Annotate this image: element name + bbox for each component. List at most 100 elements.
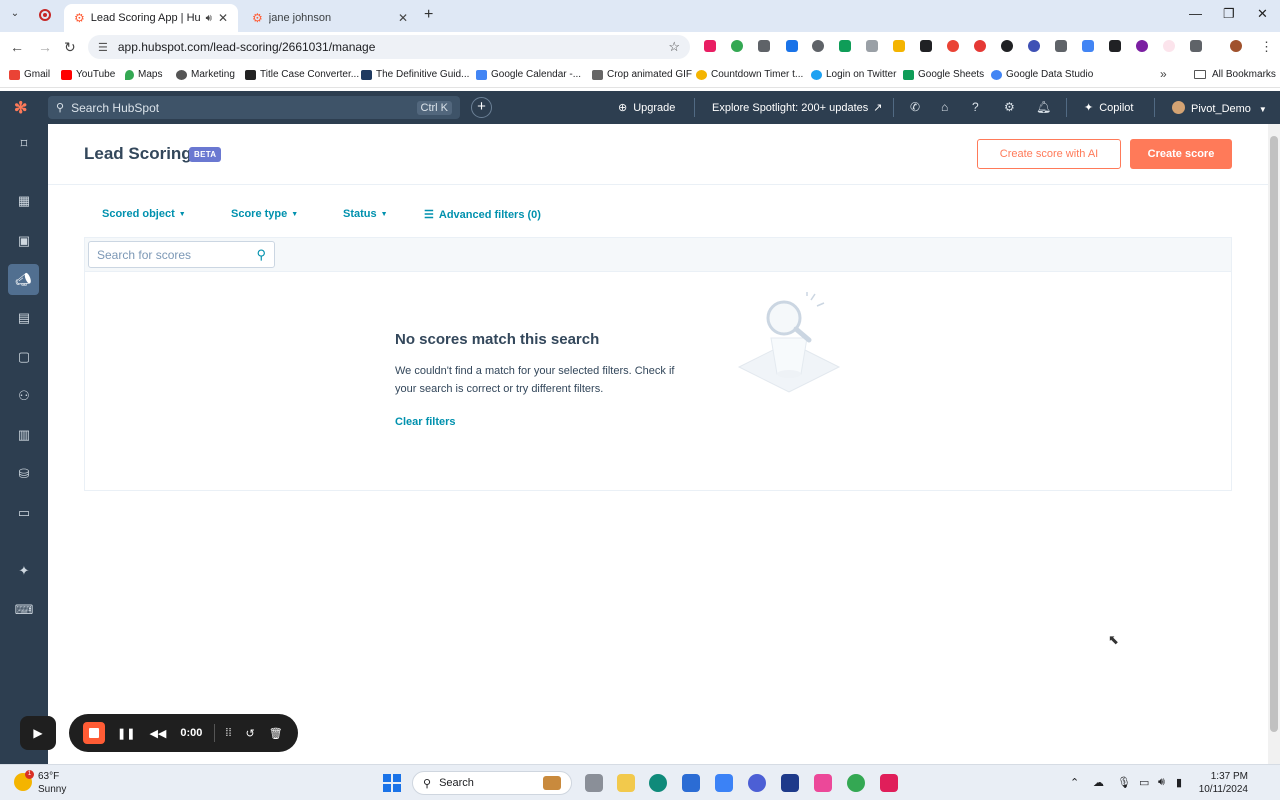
scored-object-filter[interactable]: Scored object ▼ xyxy=(102,208,186,220)
slack-icon[interactable] xyxy=(880,774,898,792)
extension-icon[interactable] xyxy=(974,40,986,52)
settings-gear-icon[interactable]: ⚙ xyxy=(1004,100,1015,114)
bookmark-google-data-studio[interactable]: Google Data Studio xyxy=(991,69,1093,80)
extension-icon[interactable] xyxy=(731,40,743,52)
back-arrow-icon[interactable]: ← xyxy=(10,39,24,55)
clear-filters-link[interactable]: Clear filters xyxy=(395,416,456,428)
advanced-filters-button[interactable]: ☰ Advanced filters (0) xyxy=(424,208,541,221)
tab-audio-icon[interactable]: 🔊︎ xyxy=(206,13,212,24)
extension-icon[interactable] xyxy=(1055,40,1067,52)
forward-arrow-icon[interactable]: → xyxy=(38,39,52,55)
content-icon[interactable]: ▤ xyxy=(12,308,36,328)
score-type-filter[interactable]: Score type ▼ xyxy=(231,208,298,220)
window-minimize-icon[interactable]: — xyxy=(1189,6,1202,21)
restart-icon[interactable]: ↺ xyxy=(246,727,255,740)
extension-icon[interactable] xyxy=(1163,40,1175,52)
contacts-icon[interactable]: ▣ xyxy=(12,231,36,251)
stop-recording-button[interactable] xyxy=(83,722,105,744)
automation-icon[interactable]: ⚇ xyxy=(12,386,36,406)
extension-icon[interactable] xyxy=(920,40,932,52)
scrollbar-thumb[interactable] xyxy=(1270,136,1278,732)
extension-icon[interactable] xyxy=(1082,40,1094,52)
site-info-icon[interactable]: ☰ xyxy=(98,41,108,54)
bookmark-marketing[interactable]: Marketing xyxy=(176,69,235,80)
bookmark-gmail[interactable]: Gmail xyxy=(9,69,50,80)
bookmark-twitter[interactable]: Login on Twitter xyxy=(811,69,896,80)
hubspot-logo-icon[interactable]: ✻ xyxy=(14,98,32,117)
app-icon[interactable] xyxy=(781,774,799,792)
notifications-bell-icon[interactable]: 🔔︎ xyxy=(1036,100,1051,114)
extension-icon[interactable] xyxy=(1001,40,1013,52)
more-bookmarks-chevron-icon[interactable]: » xyxy=(1160,67,1167,81)
weather-temperature[interactable]: 63°F xyxy=(38,771,59,782)
spotlight-link[interactable]: Explore Spotlight: 200+ updates ↗ xyxy=(712,101,882,114)
bookmark-crop-gif[interactable]: Crop animated GIF xyxy=(592,69,692,80)
file-explorer-icon[interactable] xyxy=(617,774,635,792)
bookmark-icon[interactable]: ⌑ xyxy=(12,134,36,154)
help-icon[interactable]: ? xyxy=(972,100,979,114)
new-tab-plus-icon[interactable]: + xyxy=(424,6,433,24)
quick-create-plus-icon[interactable]: + xyxy=(471,97,492,118)
onedrive-cloud-icon[interactable]: ☁ xyxy=(1093,776,1104,789)
upgrade-link[interactable]: ⊕ Upgrade xyxy=(618,101,675,114)
status-filter[interactable]: Status ▼ xyxy=(343,208,388,220)
create-score-button[interactable]: Create score xyxy=(1130,139,1232,169)
window-close-icon[interactable]: ✕ xyxy=(1257,6,1268,22)
calling-phone-icon[interactable]: ✆ xyxy=(910,100,920,114)
library-folder-icon[interactable]: ▭ xyxy=(12,503,36,523)
marketplace-icon[interactable]: ⌂ xyxy=(941,100,948,114)
bookmark-google-sheets[interactable]: Google Sheets xyxy=(903,69,984,80)
extensions-puzzle-icon[interactable] xyxy=(1190,40,1202,52)
windows-start-icon[interactable] xyxy=(383,774,401,792)
bookmark-google-calendar[interactable]: Google Calendar -... xyxy=(476,69,581,80)
extension-icon[interactable] xyxy=(839,40,851,52)
window-restore-icon[interactable]: ❐ xyxy=(1223,6,1235,22)
browser-menu-icon[interactable]: ⋮ xyxy=(1260,39,1273,55)
chrome-browser-icon[interactable] xyxy=(847,774,865,792)
bookmark-title-case[interactable]: Title Case Converter... xyxy=(245,69,359,80)
bookmark-countdown-timer[interactable]: Countdown Timer t... xyxy=(696,69,803,80)
address-bar[interactable]: ☰ app.hubspot.com/lead-scoring/2661031/m… xyxy=(88,35,690,59)
weather-condition[interactable]: Sunny xyxy=(38,784,66,795)
marketing-megaphone-icon[interactable]: 📣︎ xyxy=(8,264,39,295)
app-icon[interactable] xyxy=(748,774,766,792)
edge-browser-icon[interactable] xyxy=(649,774,667,792)
extension-icon[interactable] xyxy=(812,40,824,52)
hubspot-search-input[interactable]: ⚲ Search HubSpot Ctrl K xyxy=(48,96,460,119)
copilot-app-icon[interactable] xyxy=(814,774,832,792)
system-clock[interactable]: 1:37 PM 10/11/2024 xyxy=(1198,770,1248,796)
pause-icon[interactable]: ❚❚ xyxy=(117,727,135,740)
microsoft-store-icon[interactable] xyxy=(682,774,700,792)
tab-close-icon[interactable]: ✕ xyxy=(218,11,228,25)
extension-icon[interactable] xyxy=(947,40,959,52)
workspaces-grid-icon[interactable]: ▦ xyxy=(12,191,36,211)
extension-icon[interactable] xyxy=(758,40,770,52)
tray-chevron-up-icon[interactable]: ⌃ xyxy=(1070,776,1079,789)
tab-search-chevron-icon[interactable]: ⌄ xyxy=(6,8,24,24)
extension-icon[interactable] xyxy=(1028,40,1040,52)
extension-icon[interactable] xyxy=(786,40,798,52)
bookmark-maps[interactable]: Maps xyxy=(125,69,162,80)
extension-icon[interactable] xyxy=(704,40,716,52)
extension-icon[interactable] xyxy=(1136,40,1148,52)
drawing-grid-icon[interactable]: ⁞⁞ xyxy=(225,727,231,739)
score-search-input[interactable]: Search for scores ⚲ xyxy=(88,241,275,268)
network-icon[interactable]: ▭ xyxy=(1139,776,1149,789)
delete-trash-icon[interactable]: 🗑︎ xyxy=(269,727,283,740)
bookmark-youtube[interactable]: YouTube xyxy=(61,69,115,80)
microphone-icon[interactable]: 🎙︎ xyxy=(1117,776,1131,789)
commerce-icon[interactable]: ▢ xyxy=(12,347,36,367)
breeze-sparkle-icon[interactable]: ✦ xyxy=(12,561,36,581)
browser-tab-jane-johnson[interactable]: ⚙ jane johnson ✕ xyxy=(242,4,418,32)
reload-icon[interactable]: ↻ xyxy=(64,39,76,56)
development-code-icon[interactable]: ⌨ xyxy=(12,600,36,620)
volume-icon[interactable]: 🔊︎ xyxy=(1158,776,1165,789)
camera-toggle-icon[interactable]: ▶︎ xyxy=(20,716,56,750)
rewind-icon[interactable]: ◀◀ xyxy=(149,727,166,740)
create-score-with-ai-button[interactable]: Create score with AI xyxy=(977,139,1121,169)
all-bookmarks[interactable]: All Bookmarks xyxy=(1194,69,1276,80)
profile-avatar-icon[interactable] xyxy=(1230,40,1242,52)
taskbar-search[interactable]: ⚲ Search xyxy=(412,771,572,795)
extension-icon[interactable] xyxy=(866,40,878,52)
extension-icon[interactable] xyxy=(893,40,905,52)
